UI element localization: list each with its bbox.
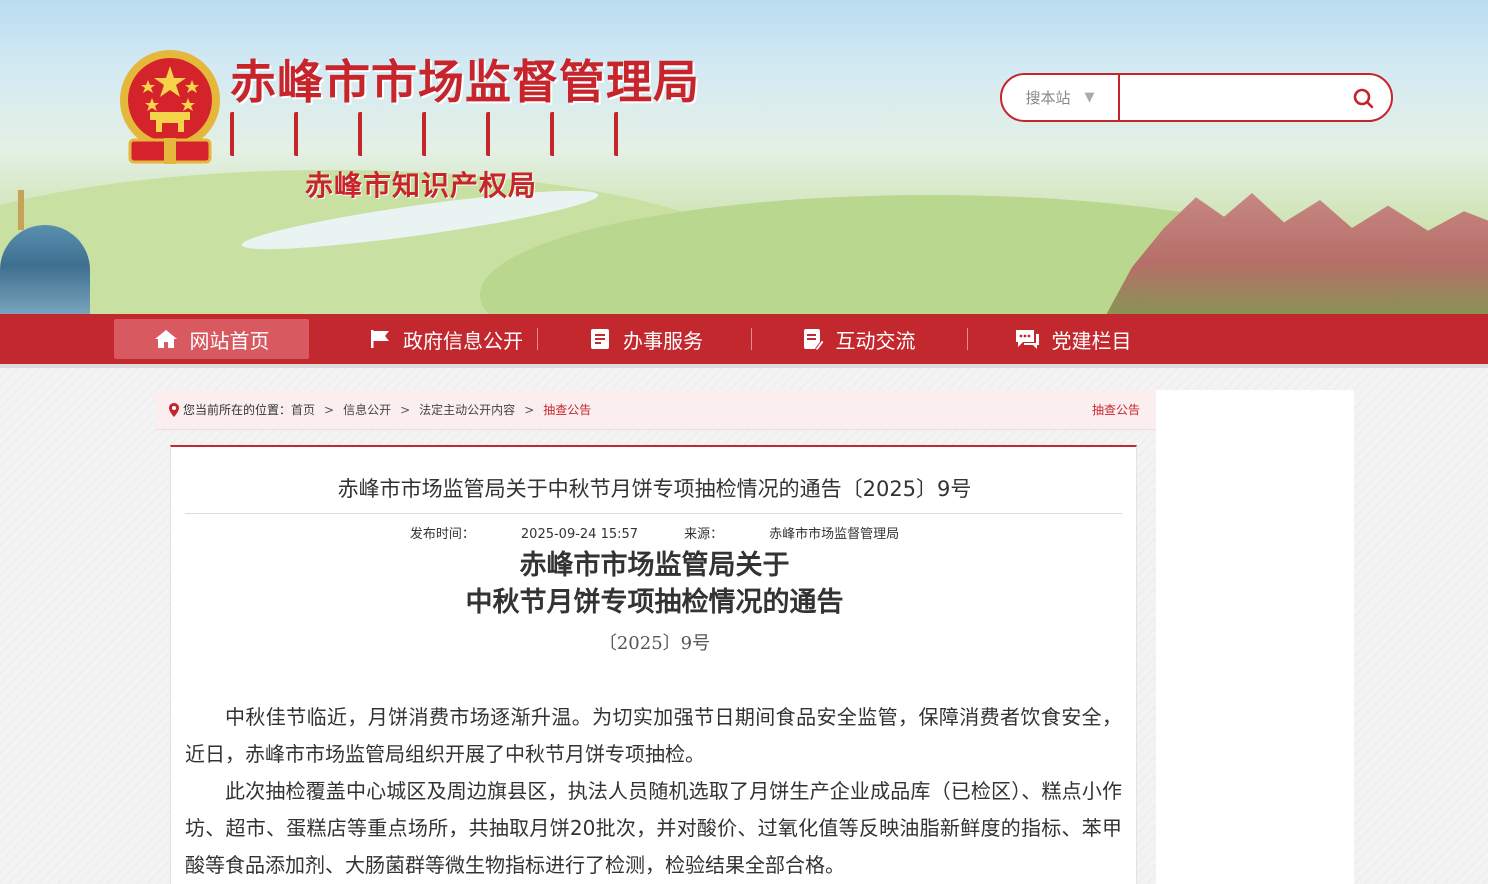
search-scope-label: 搜本站 bbox=[1025, 89, 1071, 107]
search-input[interactable] bbox=[1120, 75, 1335, 120]
source-label: 来源： bbox=[684, 527, 724, 542]
document-heading-line2: 中秋节月饼专项抽检情况的通告 bbox=[465, 587, 844, 618]
nav-divider bbox=[751, 328, 752, 350]
document-heading-line1: 赤峰市市场监管局关于 bbox=[519, 550, 790, 581]
nav-item-label: 互动交流 bbox=[835, 328, 916, 353]
source-info: 来源： 赤峰市市场监督管理局 bbox=[684, 527, 899, 542]
home-icon bbox=[154, 330, 177, 348]
title-divider bbox=[185, 513, 1122, 514]
mongolian-glyph bbox=[486, 112, 512, 156]
site-title: 赤峰市市场监督管理局 bbox=[230, 55, 700, 109]
search-icon bbox=[1353, 88, 1374, 108]
mongolian-glyph bbox=[422, 112, 448, 156]
article-body: 中秋佳节临近，月饼消费市场逐渐升温。为切实加强节日期间食品安全监管，保障消费者饮… bbox=[185, 699, 1122, 884]
publish-label: 发布时间： bbox=[409, 527, 475, 542]
publish-info: 发布时间： 2025-09-24 15:57 bbox=[410, 527, 638, 542]
mongolian-glyph bbox=[550, 112, 576, 156]
breadcrumb-info-public[interactable]: 信息公开 bbox=[343, 401, 391, 418]
nav-item-interaction[interactable]: 互动交流 bbox=[786, 319, 931, 359]
article-meta: 发布时间： 2025-09-24 15:57 来源： 赤峰市市场监督管理局 bbox=[171, 523, 1138, 542]
banner-mountain bbox=[1100, 193, 1488, 314]
document-number: 〔2025〕9号 bbox=[598, 633, 711, 654]
nav-item-home[interactable]: 网站首页 bbox=[114, 319, 309, 359]
banner-spire bbox=[18, 190, 24, 230]
header-banner: 赤峰市市场监督管理局 赤峰市知识产权局 搜本站 ▼ bbox=[0, 0, 1488, 314]
nav-item-gov-info[interactable]: 政府信息公开 bbox=[356, 319, 536, 359]
publish-date: 2025-09-24 15:57 bbox=[520, 527, 639, 542]
nav-item-label: 办事服务 bbox=[623, 328, 703, 353]
breadcrumb-separator: > bbox=[524, 402, 535, 417]
site-search: 搜本站 ▼ bbox=[1000, 73, 1393, 122]
breadcrumb-legal-content[interactable]: 法定主动公开内容 bbox=[419, 401, 515, 418]
breadcrumb-home[interactable]: 首页 bbox=[291, 401, 315, 418]
search-button[interactable] bbox=[1335, 75, 1391, 120]
source-value: 赤峰市市场监督管理局 bbox=[769, 527, 900, 542]
nav-item-party[interactable]: 党建栏目 bbox=[1000, 319, 1145, 359]
site-subtitle: 赤峰市知识产权局 bbox=[305, 169, 538, 202]
mongolian-title-script bbox=[230, 112, 678, 164]
article-title: 赤峰市市场监管局关于中秋节月饼专项抽检情况的通告〔2025〕9号 bbox=[337, 477, 972, 501]
chat-icon bbox=[1015, 330, 1039, 349]
nav-item-services[interactable]: 办事服务 bbox=[566, 319, 726, 359]
main-nav: 网站首页 政府信息公开 办事服务 互动交流 党建栏目 bbox=[0, 314, 1488, 364]
nav-divider bbox=[537, 328, 538, 350]
right-sidebar bbox=[1156, 390, 1354, 884]
mongolian-glyph bbox=[614, 112, 640, 156]
national-emblem-icon bbox=[116, 48, 224, 166]
section-label[interactable]: 抽查公告 bbox=[1092, 401, 1140, 418]
location-pin-icon bbox=[169, 402, 179, 417]
edit-icon bbox=[803, 329, 824, 350]
nav-item-label: 政府信息公开 bbox=[403, 328, 523, 353]
nav-item-label: 党建栏目 bbox=[1051, 328, 1132, 353]
document-heading: 赤峰市市场监管局关于 中秋节月饼专项抽检情况的通告 bbox=[171, 547, 1138, 621]
article: 赤峰市市场监管局关于中秋节月饼专项抽检情况的通告〔2025〕9号 发布时间： 20… bbox=[170, 445, 1137, 884]
breadcrumb-separator: > bbox=[400, 402, 411, 417]
banner-building bbox=[0, 225, 90, 314]
triangle-down-icon: ▼ bbox=[1084, 90, 1095, 105]
flag-icon bbox=[371, 330, 389, 348]
paragraph: 中秋佳节临近，月饼消费市场逐渐升温。为切实加强节日期间食品安全监管，保障消费者饮… bbox=[185, 705, 1122, 766]
document-icon bbox=[591, 329, 609, 349]
breadcrumb-current[interactable]: 抽查公告 bbox=[543, 401, 591, 418]
mongolian-glyph bbox=[294, 112, 320, 156]
mongolian-glyph bbox=[230, 112, 256, 156]
nav-item-label: 网站首页 bbox=[189, 328, 270, 353]
paragraph: 此次抽检覆盖中心城区及周边旗县区，执法人员随机选取了月饼生产企业成品库（已检区）… bbox=[185, 779, 1122, 877]
nav-divider bbox=[967, 328, 968, 350]
breadcrumb-prefix: 您当前所在的位置： bbox=[183, 403, 292, 417]
breadcrumb-separator: > bbox=[324, 402, 335, 417]
search-scope-select[interactable]: 搜本站 ▼ bbox=[1002, 75, 1120, 120]
breadcrumb: 您当前所在的位置： 首页 > 信息公开 > 法定主动公开内容 > 抽查公告 抽查… bbox=[155, 390, 1156, 430]
mongolian-glyph bbox=[358, 112, 384, 156]
